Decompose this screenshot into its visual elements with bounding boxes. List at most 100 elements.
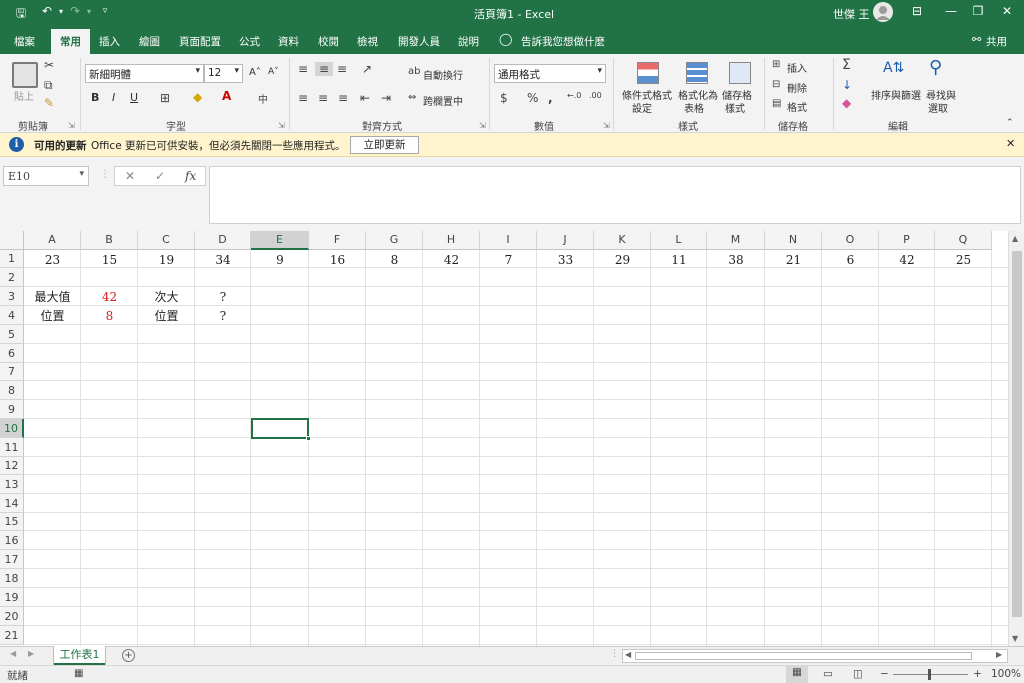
row-header-13[interactable]: 13 — [0, 475, 24, 494]
column-header-d[interactable]: D — [195, 231, 251, 250]
cut-icon[interactable]: ✂ — [44, 58, 54, 72]
row-header-17[interactable]: 17 — [0, 550, 24, 569]
row-header-5[interactable]: 5 — [0, 325, 24, 344]
cell-i1[interactable]: 7 — [480, 251, 537, 269]
row-header-15[interactable]: 15 — [0, 513, 24, 531]
insert-function-icon[interactable]: fx — [185, 169, 196, 183]
row-header-16[interactable]: 16 — [0, 531, 24, 550]
column-header-g[interactable]: G — [366, 231, 423, 250]
save-icon[interactable]: 🖫 — [12, 4, 30, 25]
column-header-q[interactable]: Q — [935, 231, 992, 250]
sort-filter-button[interactable]: 排序與篩選 — [871, 87, 921, 102]
page-layout-view-icon[interactable]: ▭ — [823, 668, 833, 680]
conditional-formatting-label-2[interactable]: 設定 — [632, 100, 652, 115]
column-header-j[interactable]: J — [537, 231, 594, 250]
active-cell[interactable] — [251, 418, 311, 441]
align-bottom-icon[interactable]: ≡ — [337, 62, 347, 76]
cell-a3[interactable]: 最大值 — [24, 288, 81, 306]
column-header-b[interactable]: B — [81, 231, 138, 250]
close-icon[interactable]: ✕ — [998, 4, 1016, 18]
row-header-3[interactable]: 3 — [0, 287, 24, 306]
row-header-12[interactable]: 12 — [0, 457, 24, 475]
column-header-i[interactable]: I — [480, 231, 537, 250]
customize-qat-icon[interactable]: ▿ — [96, 6, 114, 16]
merge-center-button[interactable]: 跨欄置中 — [423, 93, 463, 108]
currency-icon[interactable]: $ — [500, 91, 508, 105]
formula-input[interactable] — [209, 166, 1021, 224]
column-header-o[interactable]: O — [822, 231, 879, 250]
cell-q1[interactable]: 25 — [935, 251, 992, 269]
column-header-n[interactable]: N — [765, 231, 822, 250]
tab-home[interactable]: 常用 — [51, 29, 90, 54]
zoom-level[interactable]: 100% — [991, 668, 1021, 680]
borders-icon[interactable]: ⊞ — [160, 91, 170, 105]
column-header-k[interactable]: K — [594, 231, 651, 250]
column-header-f[interactable]: F — [309, 231, 366, 250]
horizontal-scrollbar[interactable]: ◀ ▶ — [622, 649, 1008, 663]
cell-l1[interactable]: 11 — [651, 251, 707, 269]
cell-d1[interactable]: 34 — [195, 251, 251, 269]
orientation-icon[interactable]: ↗ — [362, 62, 372, 76]
bold-button[interactable]: B — [91, 91, 99, 104]
increase-indent-icon[interactable]: ⇥ — [381, 91, 391, 105]
cell-styles-label-2[interactable]: 樣式 — [725, 100, 745, 115]
comma-style-icon[interactable]: , — [548, 91, 553, 105]
cancel-icon[interactable]: ✕ — [125, 169, 135, 183]
minimize-icon[interactable]: — — [942, 4, 960, 18]
normal-view-icon[interactable]: ▦ — [786, 666, 808, 683]
cell-j1[interactable]: 33 — [537, 251, 594, 269]
cell-a4[interactable]: 位置 — [24, 307, 81, 325]
align-middle-icon[interactable]: ≡ — [315, 62, 333, 76]
tab-draw[interactable]: 繪圖 — [139, 34, 160, 49]
row-header-7[interactable]: 7 — [0, 363, 24, 381]
autosum-icon[interactable]: Σ — [842, 57, 851, 73]
update-now-button[interactable]: 立即更新 — [350, 136, 419, 154]
decrease-indent-icon[interactable]: ⇤ — [360, 91, 370, 105]
number-format-combo[interactable]: 通用格式 ▾ — [494, 64, 606, 83]
cell-d4[interactable]: ? — [195, 307, 251, 325]
shrink-font-button[interactable]: A˅ — [268, 67, 279, 77]
cell-m1[interactable]: 38 — [707, 251, 765, 269]
row-header-14[interactable]: 14 — [0, 494, 24, 513]
scroll-right-icon[interactable]: ▶ — [996, 650, 1002, 659]
column-header-h[interactable]: H — [423, 231, 480, 250]
share-button[interactable]: 共用 — [986, 34, 1007, 49]
tab-file[interactable]: 檔案 — [14, 34, 35, 49]
cell-c3[interactable]: 次大 — [138, 288, 195, 306]
tab-review[interactable]: 校閱 — [318, 34, 339, 49]
alignment-launcher-icon[interactable]: ⇲ — [479, 121, 486, 130]
drag-handle-icon[interactable]: ⋮ — [100, 169, 110, 180]
scroll-thumb[interactable] — [1012, 251, 1022, 617]
column-header-c[interactable]: C — [138, 231, 195, 250]
cell-o1[interactable]: 6 — [822, 251, 879, 269]
row-header-1[interactable]: 1 — [0, 250, 24, 268]
tab-page-layout[interactable]: 頁面配置 — [179, 34, 221, 49]
align-top-icon[interactable]: ≡ — [298, 62, 308, 76]
cell-e1[interactable]: 9 — [251, 251, 309, 269]
clear-icon[interactable]: ◆ — [842, 96, 851, 110]
decrease-decimal-icon[interactable]: .00 — [589, 91, 602, 100]
zoom-out-icon[interactable]: − — [880, 668, 889, 680]
paste-icon[interactable] — [12, 62, 38, 88]
scroll-left-icon[interactable]: ◀ — [625, 650, 631, 659]
underline-button[interactable]: U — [130, 91, 138, 104]
scroll-up-icon[interactable]: ▲ — [1012, 234, 1018, 243]
page-break-view-icon[interactable]: ◫ — [853, 668, 863, 680]
cell-c4[interactable]: 位置 — [138, 307, 195, 325]
row-header-4[interactable]: 4 — [0, 306, 24, 325]
column-header-e[interactable]: E — [251, 231, 309, 250]
row-header-2[interactable]: 2 — [0, 268, 24, 287]
cell-k1[interactable]: 29 — [594, 251, 651, 269]
font-size-combo[interactable]: 12 ▾ — [204, 64, 243, 83]
format-painter-icon[interactable]: ✎ — [44, 96, 54, 110]
cell-g1[interactable]: 8 — [366, 251, 423, 269]
delete-cells-button[interactable]: 刪除 — [787, 80, 807, 95]
wrap-text-button[interactable]: 自動換行 — [423, 67, 463, 82]
row-header-10[interactable]: 10 — [0, 419, 24, 438]
font-launcher-icon[interactable]: ⇲ — [278, 121, 285, 130]
align-center-icon[interactable]: ≡ — [318, 91, 328, 105]
increase-decimal-icon[interactable]: ←.0 — [567, 91, 581, 100]
tab-formulas[interactable]: 公式 — [239, 34, 260, 49]
tell-me-search[interactable]: 告訴我您想做什麼 — [521, 34, 605, 49]
sheet-tab[interactable]: 工作表1 — [54, 646, 105, 665]
